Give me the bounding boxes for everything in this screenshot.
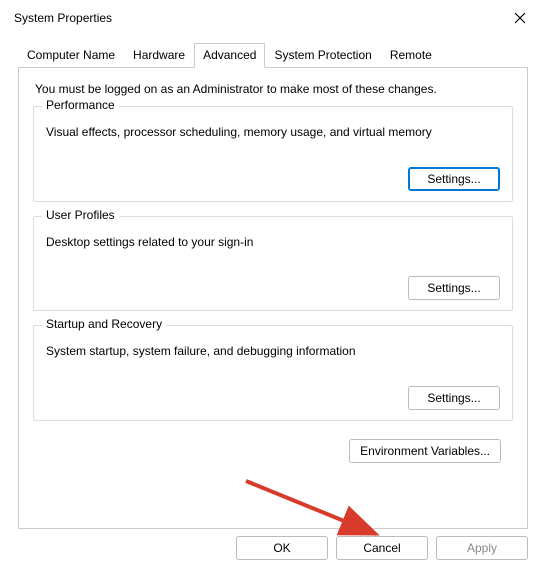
group-user-profiles-desc: Desktop settings related to your sign-in	[46, 235, 500, 251]
window-title: System Properties	[14, 11, 112, 25]
group-startup-recovery: Startup and Recovery System startup, sys…	[33, 325, 513, 421]
group-user-profiles-legend: User Profiles	[42, 208, 119, 222]
tab-panel-advanced: You must be logged on as an Administrato…	[18, 67, 528, 529]
close-button[interactable]	[506, 4, 534, 32]
tab-remote[interactable]: Remote	[381, 43, 441, 68]
group-performance-desc: Visual effects, processor scheduling, me…	[46, 125, 500, 141]
group-startup-legend: Startup and Recovery	[42, 317, 166, 331]
env-row: Environment Variables...	[33, 439, 513, 463]
group-user-profiles-btnrow: Settings...	[46, 276, 500, 300]
environment-variables-button[interactable]: Environment Variables...	[349, 439, 501, 463]
tab-hardware[interactable]: Hardware	[124, 43, 194, 68]
tab-advanced[interactable]: Advanced	[194, 43, 265, 68]
group-user-profiles: User Profiles Desktop settings related t…	[33, 216, 513, 312]
group-performance-legend: Performance	[42, 98, 119, 112]
titlebar: System Properties	[0, 0, 546, 36]
tab-system-protection[interactable]: System Protection	[265, 43, 380, 68]
dialog-buttons: OK Cancel Apply	[236, 536, 528, 560]
cancel-button[interactable]: Cancel	[336, 536, 428, 560]
group-performance-btnrow: Settings...	[46, 167, 500, 191]
startup-settings-button[interactable]: Settings...	[408, 386, 500, 410]
tabs-row: Computer Name Hardware Advanced System P…	[0, 36, 546, 67]
group-performance: Performance Visual effects, processor sc…	[33, 106, 513, 202]
user-profiles-settings-button[interactable]: Settings...	[408, 276, 500, 300]
admin-note: You must be logged on as an Administrato…	[35, 82, 513, 96]
close-icon	[514, 12, 526, 24]
group-startup-btnrow: Settings...	[46, 386, 500, 410]
performance-settings-button[interactable]: Settings...	[408, 167, 500, 191]
group-startup-desc: System startup, system failure, and debu…	[46, 344, 500, 360]
tab-computer-name[interactable]: Computer Name	[18, 43, 124, 68]
ok-button[interactable]: OK	[236, 536, 328, 560]
apply-button[interactable]: Apply	[436, 536, 528, 560]
